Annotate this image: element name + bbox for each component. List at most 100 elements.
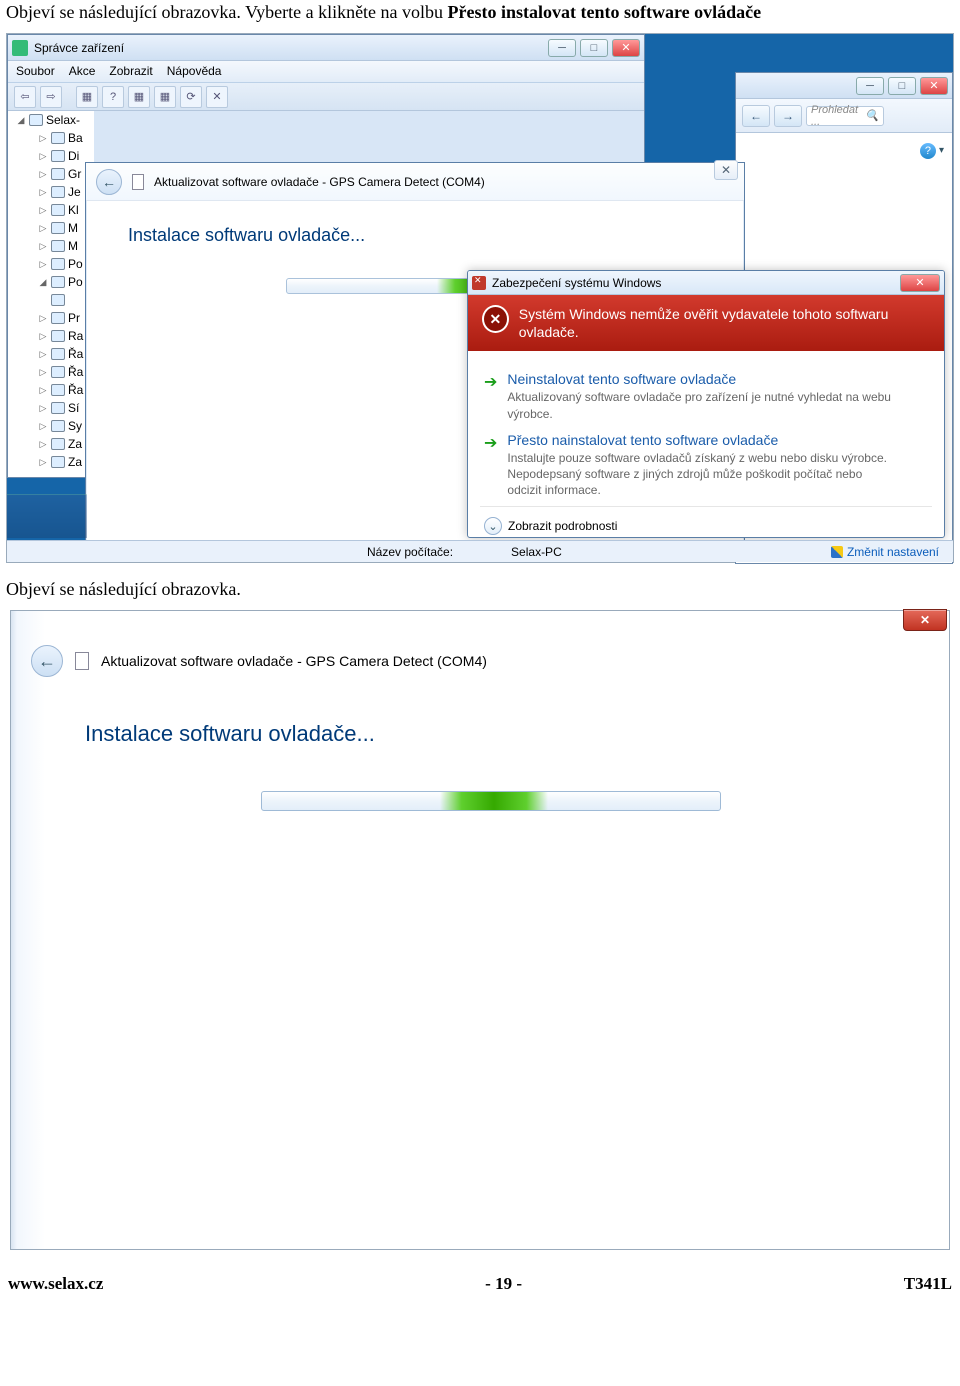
window-glass-edge <box>11 611 73 1249</box>
device-icon <box>51 366 65 378</box>
minimize-button[interactable]: ─ <box>856 77 884 95</box>
wizard-back-button[interactable]: ← <box>31 645 63 677</box>
tree-item[interactable]: ▷ Sí <box>8 399 94 417</box>
page-icon <box>75 652 89 670</box>
nav-back-icon[interactable]: ⇦ <box>14 86 36 108</box>
expand-icon[interactable]: ▷ <box>38 439 48 450</box>
expand-icon[interactable]: ▷ <box>38 259 48 270</box>
tree-item[interactable]: ▷Kl <box>8 201 94 219</box>
nav-fwd-icon[interactable]: ⇨ <box>40 86 62 108</box>
help-icon[interactable]: ? <box>920 143 936 159</box>
expand-icon[interactable]: ▷ <box>38 187 48 198</box>
toolbar-icon[interactable]: ▦ <box>76 86 98 108</box>
expand-icon[interactable]: ▷ <box>38 133 48 144</box>
expand-icon[interactable]: ▷ <box>38 331 48 342</box>
maximize-button[interactable]: □ <box>888 77 916 95</box>
option-desc: Instalujte pouze software ovladačů získa… <box>507 450 897 499</box>
expand-icon[interactable]: ▷ <box>38 385 48 396</box>
tree-label: Selax- <box>46 113 80 127</box>
wizard-header: ← Aktualizovat software ovladače - GPS C… <box>86 163 744 201</box>
tree-item[interactable]: ▷ Pr <box>8 309 94 327</box>
tree-item[interactable]: ◢ Po <box>8 273 94 291</box>
expand-icon[interactable]: ▷ <box>38 457 48 468</box>
change-settings-link[interactable]: Změnit nastavení <box>831 545 939 559</box>
close-button[interactable]: ✕ <box>900 274 940 292</box>
tree-item[interactable] <box>8 291 94 309</box>
menu-item[interactable]: Soubor <box>16 64 55 79</box>
security-banner-text: Systém Windows nemůže ověřit vydavatele … <box>519 305 930 341</box>
browser-fwd-button[interactable]: → <box>774 105 802 127</box>
minimize-button[interactable]: ─ <box>548 39 576 57</box>
toolbar-icon[interactable]: ⟳ <box>180 86 202 108</box>
maximize-button[interactable]: □ <box>580 39 608 57</box>
show-details[interactable]: ⌄ Zobrazit podrobnosti <box>480 506 932 538</box>
arrow-icon: ➔ <box>484 372 497 421</box>
search-input[interactable]: Prohledat ... 🔍 <box>806 106 884 126</box>
tree-item[interactable]: ▷Di <box>8 147 94 165</box>
toolbar-icon[interactable]: ▦ <box>154 86 176 108</box>
wizard-back-button[interactable]: ← <box>96 169 122 195</box>
menu-item[interactable]: Akce <box>69 64 96 79</box>
browser-back-button[interactable]: ← <box>742 105 770 127</box>
expand-icon[interactable]: ▷ <box>38 223 48 234</box>
instruction-text: Objeví se následující obrazovka. Vyberte… <box>0 0 960 33</box>
tree-item[interactable]: ▷Po <box>8 255 94 273</box>
toolbar-icon[interactable]: ? <box>102 86 124 108</box>
tree-item[interactable]: ▷M <box>8 237 94 255</box>
expand-icon[interactable]: ▷ <box>38 421 48 432</box>
tree-item[interactable]: ▷ Řa <box>8 363 94 381</box>
tree-item[interactable]: ▷M <box>8 219 94 237</box>
tree-item[interactable]: ▷Ba <box>8 129 94 147</box>
toolbar-icon[interactable]: ✕ <box>206 86 228 108</box>
expand-icon[interactable]: ▷ <box>38 151 48 162</box>
menu-item[interactable]: Nápověda <box>167 64 222 79</box>
tree-item[interactable]: ▷Ra <box>8 327 94 345</box>
option-title: Neinstalovat tento software ovladače <box>507 371 897 387</box>
footer-model: T341L <box>904 1274 952 1294</box>
expand-icon[interactable]: ▷ <box>38 403 48 414</box>
device-icon <box>51 402 65 414</box>
close-button[interactable]: ✕ <box>903 609 947 631</box>
collapse-icon[interactable]: ◢ <box>16 115 26 126</box>
devmgr-toolbar: ⇦ ⇨ ▦ ? ▦ ▦ ⟳ ✕ <box>8 83 644 111</box>
expand-icon[interactable]: ▷ <box>38 241 48 252</box>
wizard-title: Instalace softwaru ovladače... <box>85 721 375 747</box>
tree-label: Pr <box>68 311 80 325</box>
device-icon <box>51 456 65 468</box>
device-icon <box>51 420 65 432</box>
tree-item[interactable]: ▷Řa <box>8 381 94 399</box>
error-icon: ✕ <box>482 305 509 333</box>
option-do-not-install[interactable]: ➔ Neinstalovat tento software ovladače A… <box>480 363 932 423</box>
menu-item[interactable]: Zobrazit <box>109 64 152 79</box>
show-details-label: Zobrazit podrobnosti <box>508 519 617 533</box>
close-button[interactable]: ✕ <box>920 77 948 95</box>
tree-item[interactable]: ▷Je <box>8 183 94 201</box>
tree-label: Sí <box>68 401 79 415</box>
wizard-header: ← Aktualizovat software ovladače - GPS C… <box>11 639 949 683</box>
tree-item[interactable]: ▷Za <box>8 435 94 453</box>
arrow-icon: ➔ <box>484 433 497 499</box>
instruction-text-2: Objeví se následující obrazovka. <box>0 577 960 610</box>
expand-icon[interactable]: ▷ <box>38 169 48 180</box>
chevron-down-icon: ⌄ <box>484 517 502 535</box>
close-button[interactable]: ✕ <box>714 160 738 180</box>
expand-icon[interactable]: ▷ <box>38 349 48 360</box>
devmgr-titlebar: Správce zařízení ─ □ ✕ <box>8 35 644 61</box>
tree-item[interactable]: ▷Gr <box>8 165 94 183</box>
tree-root[interactable]: ◢ Selax- <box>8 111 94 129</box>
tree-item[interactable]: ▷Řa <box>8 345 94 363</box>
option-install-anyway[interactable]: ➔ Přesto nainstalovat tento software ovl… <box>480 424 932 501</box>
expand-icon[interactable]: ▷ <box>38 367 48 378</box>
device-tree[interactable]: ◢ Selax- ▷Ba ▷Di ▷Gr ▷Je ▷Kl ▷M ▷M ▷Po ◢… <box>8 111 94 477</box>
tree-item[interactable]: ▷Za <box>8 453 94 471</box>
device-icon <box>51 330 65 342</box>
close-button[interactable]: ✕ <box>612 39 640 57</box>
tree-label: Řa <box>68 365 83 379</box>
expand-icon[interactable]: ▷ <box>38 205 48 216</box>
instruction-bold: Přesto instalovat tento software ovládač… <box>448 2 762 22</box>
collapse-icon[interactable]: ◢ <box>38 277 48 288</box>
tree-label: Po <box>68 275 83 289</box>
toolbar-icon[interactable]: ▦ <box>128 86 150 108</box>
expand-icon[interactable]: ▷ <box>38 313 48 324</box>
tree-item[interactable]: ▷Sy <box>8 417 94 435</box>
